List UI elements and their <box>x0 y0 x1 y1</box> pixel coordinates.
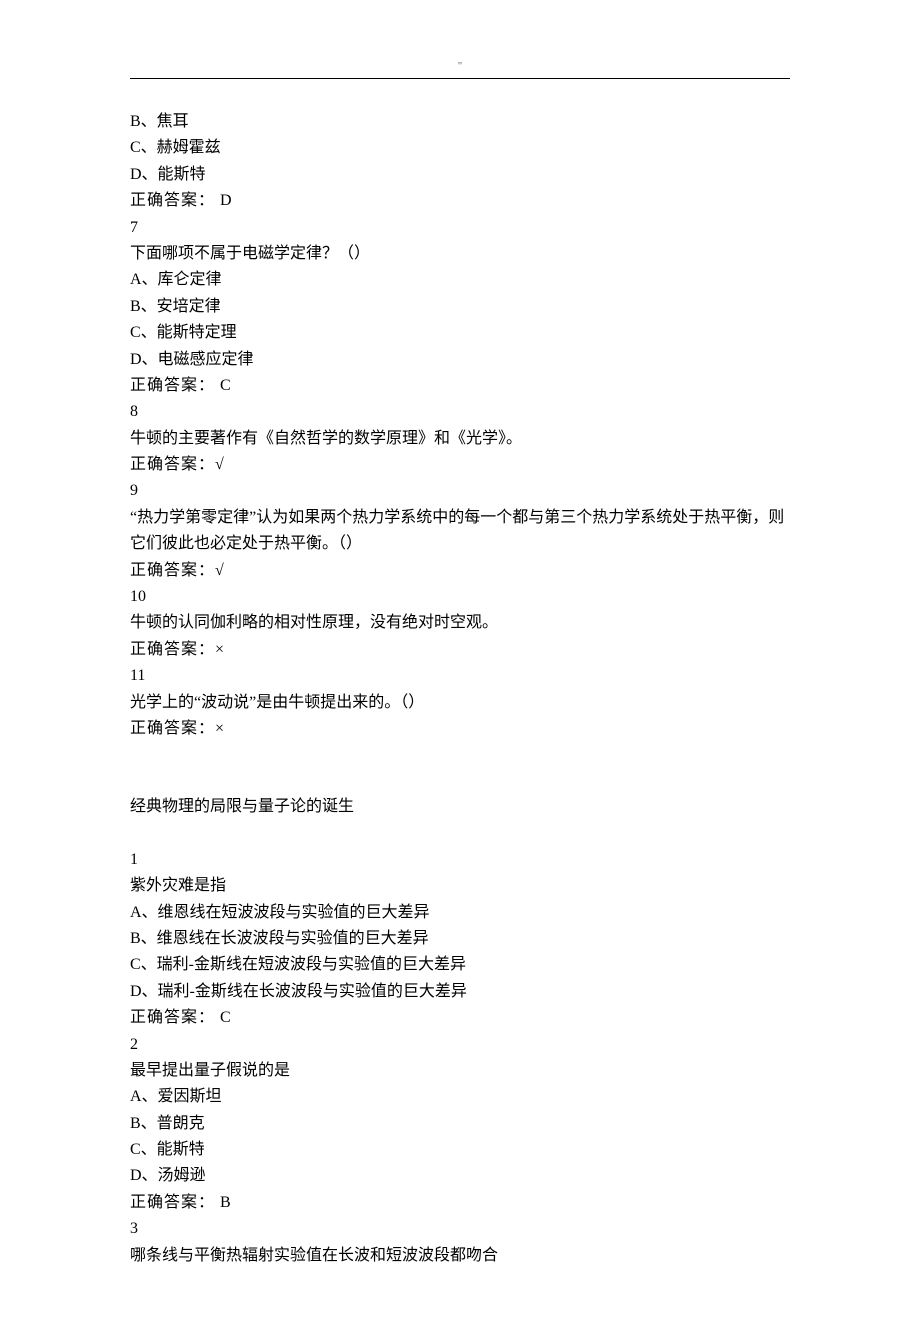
option-b: B、维恩线在长波波段与实验值的巨大差异 <box>130 926 790 952</box>
question-number: 8 <box>130 399 790 425</box>
question-number: 1 <box>130 847 790 873</box>
answer-text: 正确答案：√ <box>130 558 790 584</box>
answer-text: 正确答案：× <box>130 716 790 742</box>
option-c: C、赫姆霍兹 <box>130 135 790 161</box>
question-stem: “热力学第零定律”认为如果两个热力学系统中的每一个都与第三个热力学系统处于热平衡… <box>130 505 790 558</box>
option-b: B、焦耳 <box>130 109 790 135</box>
header-rule <box>130 78 790 79</box>
question-stem: 紫外灾难是指 <box>130 873 790 899</box>
option-c: C、能斯特 <box>130 1137 790 1163</box>
question-stem: 牛顿的认同伽利略的相对性原理，没有绝对时空观。 <box>130 610 790 636</box>
answer-text: 正确答案： C <box>130 1005 790 1031</box>
answer-text: 正确答案： C <box>130 373 790 399</box>
option-a: A、库仑定律 <box>130 267 790 293</box>
document-page: " B、焦耳 C、赫姆霍兹 D、能斯特 正确答案： D 7 下面哪项不属于电磁学… <box>0 0 920 1329</box>
spacer <box>130 768 790 794</box>
option-d: D、瑞利-金斯线在长波波段与实验值的巨大差异 <box>130 979 790 1005</box>
question-stem: 下面哪项不属于电磁学定律？（） <box>130 241 790 267</box>
option-b: B、普朗克 <box>130 1111 790 1137</box>
spacer <box>130 742 790 768</box>
option-b: B、安培定律 <box>130 294 790 320</box>
header-mark: " <box>130 60 790 72</box>
question-number: 11 <box>130 663 790 689</box>
question-stem: 光学上的“波动说”是由牛顿提出来的。（） <box>130 690 790 716</box>
option-c: C、瑞利-金斯线在短波波段与实验值的巨大差异 <box>130 952 790 978</box>
question-stem: 牛顿的主要著作有《自然哲学的数学原理》和《光学》。 <box>130 426 790 452</box>
spacer <box>130 821 790 847</box>
option-d: D、汤姆逊 <box>130 1163 790 1189</box>
question-number: 9 <box>130 478 790 504</box>
option-a: A、维恩线在短波波段与实验值的巨大差异 <box>130 900 790 926</box>
question-number: 10 <box>130 584 790 610</box>
question-stem: 哪条线与平衡热辐射实验值在长波和短波波段都吻合 <box>130 1243 790 1269</box>
option-a: A、爱因斯坦 <box>130 1084 790 1110</box>
question-number: 3 <box>130 1216 790 1242</box>
section-title: 经典物理的局限与量子论的诞生 <box>130 794 790 820</box>
answer-text: 正确答案： D <box>130 188 790 214</box>
option-c: C、能斯特定理 <box>130 320 790 346</box>
answer-text: 正确答案：√ <box>130 452 790 478</box>
answer-text: 正确答案：× <box>130 637 790 663</box>
question-stem: 最早提出量子假说的是 <box>130 1058 790 1084</box>
option-d: D、能斯特 <box>130 162 790 188</box>
question-number: 2 <box>130 1032 790 1058</box>
question-number: 7 <box>130 215 790 241</box>
answer-text: 正确答案： B <box>130 1190 790 1216</box>
option-d: D、电磁感应定律 <box>130 347 790 373</box>
